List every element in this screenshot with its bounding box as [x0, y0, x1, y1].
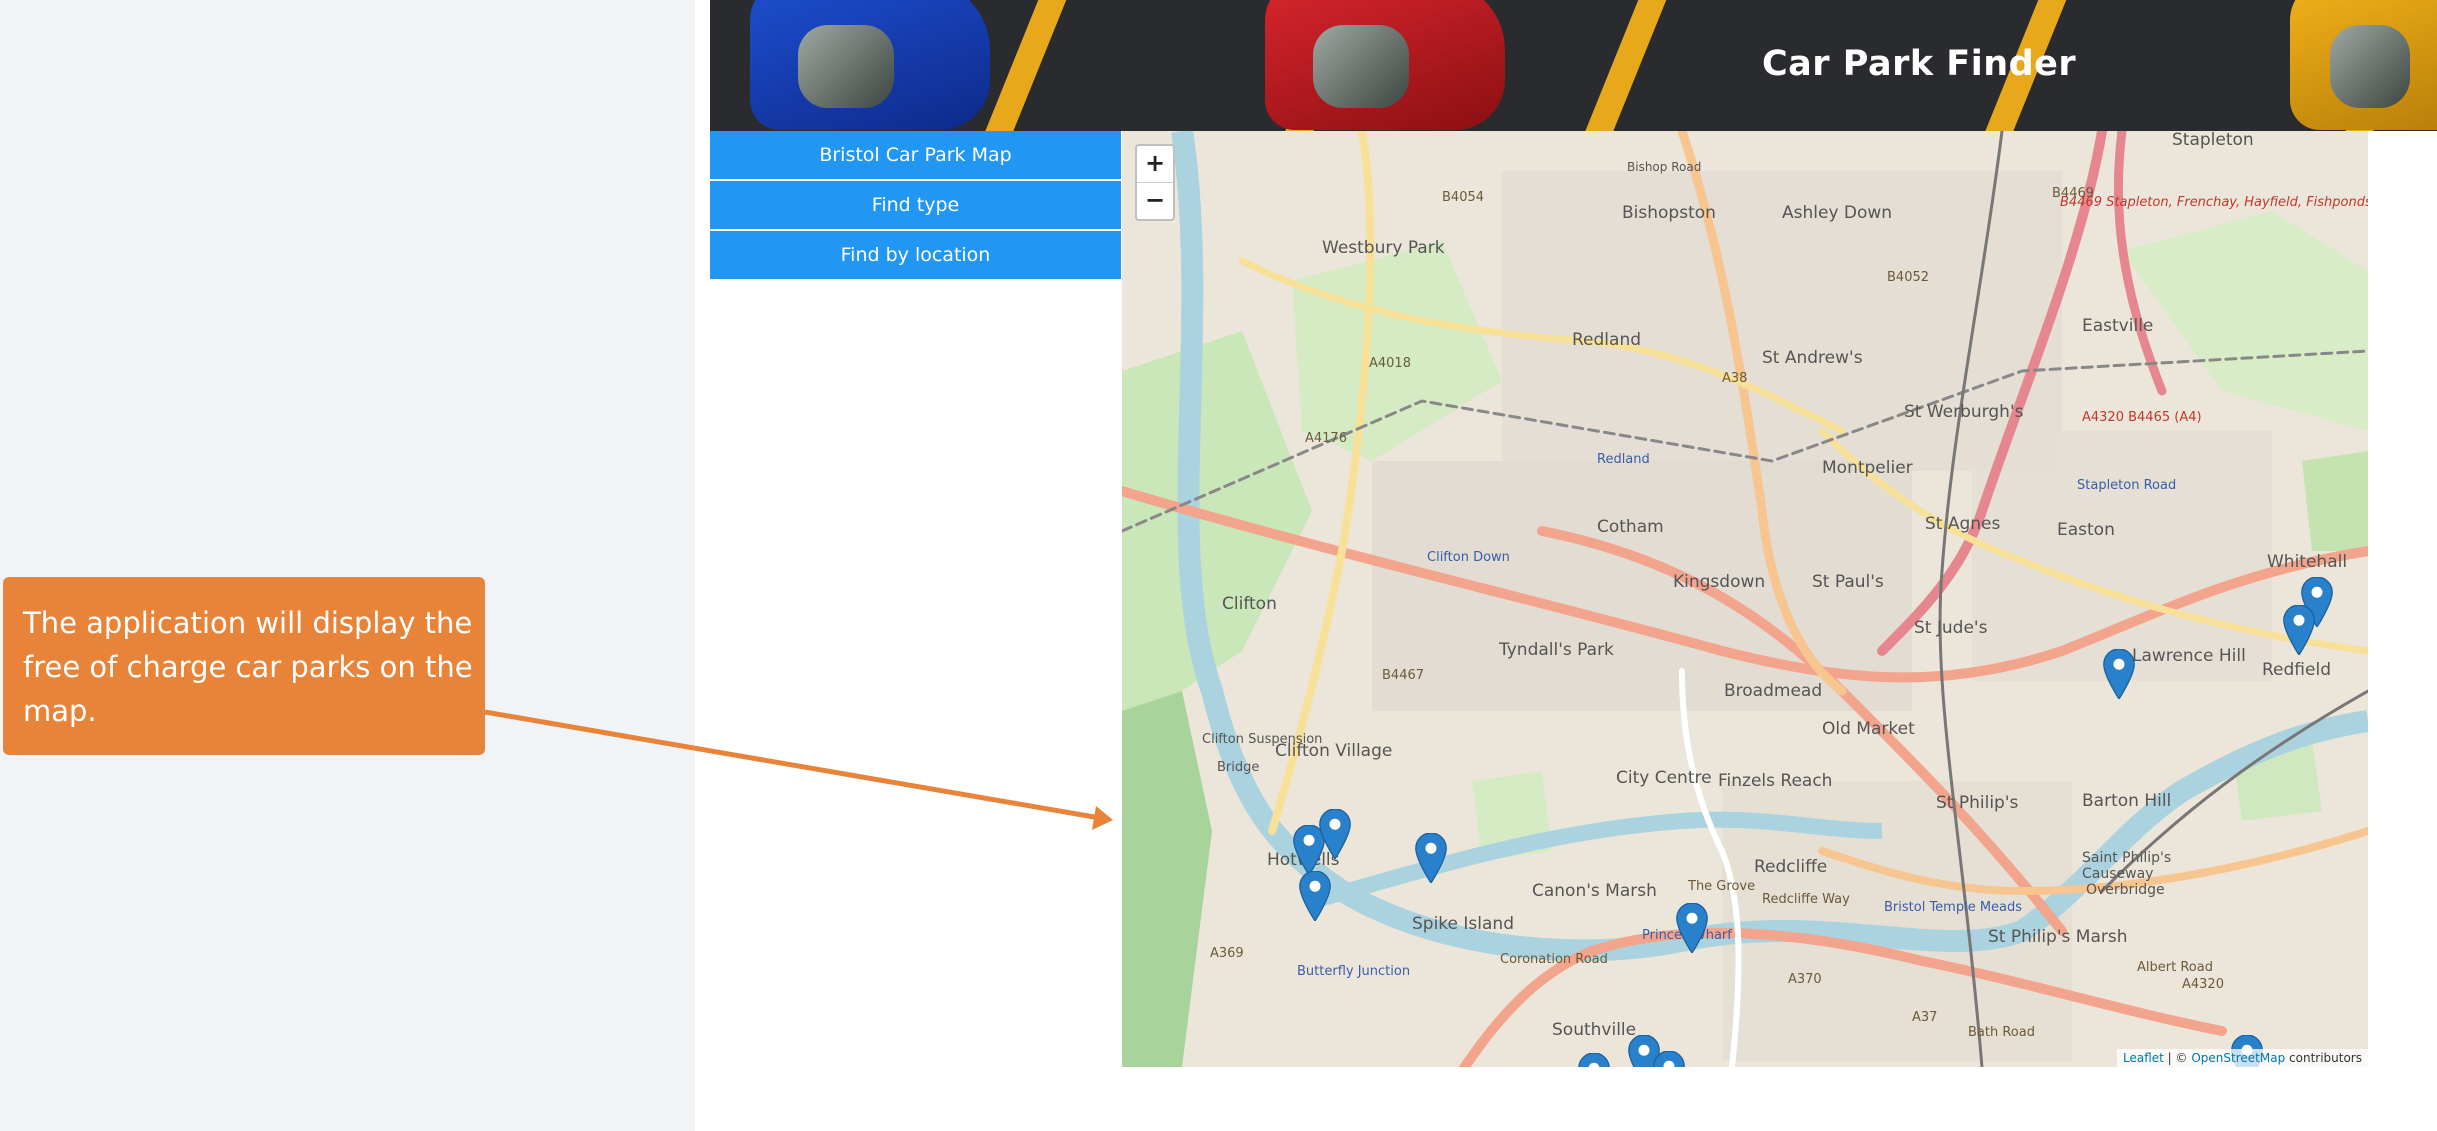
svg-text:Lawrence Hill: Lawrence Hill [2132, 646, 2246, 666]
svg-text:St Philip's: St Philip's [1936, 793, 2019, 813]
svg-text:A4176: A4176 [1305, 431, 1347, 446]
side-menu: Bristol Car Park Map Find type Find by l… [710, 131, 1121, 281]
svg-text:Redfield: Redfield [2262, 660, 2331, 680]
map-attribution: Leaflet | © OpenStreetMap contributors [2117, 1049, 2368, 1067]
svg-text:A38: A38 [1722, 371, 1747, 386]
svg-text:Barton Hill: Barton Hill [2082, 791, 2171, 811]
attribution-separator: | © [2163, 1051, 2192, 1065]
svg-text:St Werburgh's: St Werburgh's [1904, 402, 2024, 422]
svg-text:A4320 B4465 (A4): A4320 B4465 (A4) [2082, 410, 2202, 425]
annotation-callout: The application will display the free of… [3, 577, 485, 755]
blue-car-image [750, 0, 990, 130]
svg-text:Broadmead: Broadmead [1724, 681, 1822, 701]
svg-text:Coronation Road: Coronation Road [1500, 952, 1608, 967]
car-park-marker[interactable] [1298, 871, 1332, 921]
svg-text:Clifton Down: Clifton Down [1427, 550, 1510, 565]
svg-text:The Grove: The Grove [1687, 879, 1755, 894]
car-park-marker[interactable] [2282, 605, 2316, 655]
zoom-control: + − [1135, 144, 1175, 221]
car-park-marker[interactable] [1675, 903, 1709, 953]
menu-item-find-type[interactable]: Find type [710, 181, 1121, 229]
svg-text:Bristol Temple Meads: Bristol Temple Meads [1884, 900, 2022, 915]
svg-text:Overbridge: Overbridge [2086, 882, 2165, 898]
svg-text:Causeway: Causeway [2082, 866, 2153, 882]
menu-item-find-by-location[interactable]: Find by location [710, 231, 1121, 279]
car-park-marker[interactable] [1414, 833, 1448, 883]
header-banner: Car Park Finder [710, 0, 2437, 131]
svg-text:Tyndall's Park: Tyndall's Park [1498, 640, 1614, 660]
svg-text:Westbury Park: Westbury Park [1322, 238, 1445, 258]
svg-text:Bishopston: Bishopston [1622, 203, 1716, 223]
svg-text:Saint Philip's: Saint Philip's [2082, 850, 2171, 866]
banner-title: Car Park Finder [1762, 44, 2077, 84]
svg-text:Redland: Redland [1597, 452, 1650, 467]
callout-text: The application will display the free of… [23, 606, 473, 728]
svg-text:A369: A369 [1210, 946, 1244, 961]
svg-text:Canon's Marsh: Canon's Marsh [1532, 881, 1657, 901]
red-car-image [1265, 0, 1505, 130]
svg-text:Stapleton Road: Stapleton Road [2077, 478, 2176, 493]
svg-text:St Jude's: St Jude's [1914, 618, 1988, 638]
svg-text:St Philip's Marsh: St Philip's Marsh [1988, 927, 2128, 947]
car-park-marker[interactable] [1577, 1053, 1611, 1067]
svg-text:Easton: Easton [2057, 520, 2115, 540]
svg-text:Old Market: Old Market [1822, 719, 1915, 739]
car-park-marker[interactable] [1652, 1051, 1686, 1067]
svg-text:St Andrew's: St Andrew's [1762, 348, 1863, 368]
car-park-marker[interactable] [2102, 649, 2136, 699]
svg-text:Cotham: Cotham [1597, 517, 1664, 537]
svg-text:B4054: B4054 [1442, 190, 1484, 205]
svg-text:Redcliffe Way: Redcliffe Way [1762, 892, 1850, 907]
svg-text:Redland: Redland [1572, 330, 1641, 350]
map-tiles: Stapleton Bishop Road Bishopston Ashley … [1122, 131, 2368, 1067]
attribution-suffix: contributors [2285, 1051, 2362, 1065]
svg-text:Bath Road: Bath Road [1968, 1025, 2035, 1040]
svg-text:A370: A370 [1788, 972, 1822, 987]
car-park-map[interactable]: Stapleton Bishop Road Bishopston Ashley … [1122, 131, 2368, 1067]
yellow-car-image [2290, 0, 2437, 130]
svg-text:Kingsdown: Kingsdown [1673, 572, 1765, 592]
svg-text:Finzels Reach: Finzels Reach [1718, 771, 1832, 791]
menu-item-car-park-map[interactable]: Bristol Car Park Map [710, 131, 1121, 179]
svg-text:Montpelier: Montpelier [1822, 458, 1913, 478]
svg-text:Whitehall: Whitehall [2267, 552, 2347, 572]
openstreetmap-link[interactable]: OpenStreetMap [2191, 1051, 2285, 1065]
svg-text:Bridge: Bridge [1217, 760, 1259, 775]
svg-text:Butterfly Junction: Butterfly Junction [1297, 964, 1410, 979]
svg-text:B4469 Stapleton, Frenchay, Hay: B4469 Stapleton, Frenchay, Hayfield, Fis… [2060, 195, 2368, 210]
svg-text:Eastville: Eastville [2082, 316, 2153, 336]
svg-text:Clifton: Clifton [1222, 594, 1277, 614]
svg-text:Bishop Road: Bishop Road [1627, 160, 1701, 174]
svg-text:Ashley Down: Ashley Down [1782, 203, 1892, 223]
svg-text:Spike Island: Spike Island [1412, 914, 1514, 934]
svg-text:City Centre: City Centre [1616, 768, 1712, 788]
svg-text:Southville: Southville [1552, 1020, 1636, 1040]
zoom-out-button[interactable]: − [1137, 182, 1173, 219]
svg-text:Albert Road: Albert Road [2137, 960, 2213, 975]
svg-text:Clifton Suspension: Clifton Suspension [1202, 732, 1322, 747]
svg-text:B4052: B4052 [1887, 270, 1929, 285]
svg-text:A4320: A4320 [2182, 977, 2224, 992]
svg-text:St Agnes: St Agnes [1925, 514, 2001, 534]
leaflet-link[interactable]: Leaflet [2123, 1051, 2164, 1065]
svg-text:B4467: B4467 [1382, 668, 1424, 683]
svg-text:A37: A37 [1912, 1010, 1937, 1025]
svg-text:Redcliffe: Redcliffe [1754, 857, 1827, 877]
car-park-marker[interactable] [1318, 809, 1352, 859]
svg-text:A4018: A4018 [1369, 356, 1411, 371]
svg-text:St Paul's: St Paul's [1812, 572, 1884, 592]
zoom-in-button[interactable]: + [1137, 146, 1173, 182]
svg-text:Stapleton: Stapleton [2172, 131, 2254, 150]
